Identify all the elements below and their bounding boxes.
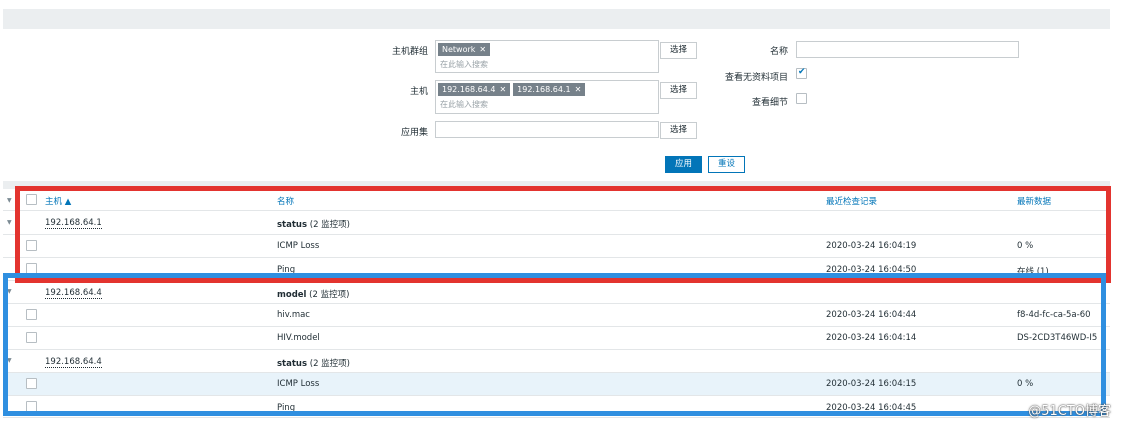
host-group-tag: Network ✕: [438, 43, 491, 56]
collapse-group-icon[interactable]: ▼: [7, 219, 12, 226]
show-without-data-label: 查看无资料项目: [724, 73, 788, 83]
host-groups-search-placeholder[interactable]: 在此输入搜索: [440, 59, 488, 70]
application-select-button[interactable]: 选择: [660, 122, 697, 139]
watermark-text: @51CTO博客: [1028, 404, 1111, 419]
hosts-select-button[interactable]: 选择: [660, 82, 697, 99]
show-details-checkbox[interactable]: [796, 93, 807, 104]
name-input[interactable]: [796, 41, 1019, 58]
show-without-data-checkbox[interactable]: [796, 67, 807, 79]
host-groups-multiselect[interactable]: Network ✕ 在此输入搜索: [435, 40, 659, 73]
application-label: 应用集: [400, 128, 428, 138]
red-highlight-box: [15, 186, 1111, 283]
hosts-multiselect[interactable]: 192.168.64.4 ✕ 192.168.64.1 ✕ 在此输入搜索: [435, 80, 659, 114]
reset-button[interactable]: 重设: [708, 156, 745, 173]
name-label: 名称: [769, 47, 788, 57]
application-input[interactable]: [435, 121, 659, 138]
host-tag: 192.168.64.4 ✕: [438, 83, 511, 96]
hosts-search-placeholder[interactable]: 在此输入搜索: [440, 99, 488, 110]
collapse-all-icon[interactable]: ▼: [7, 197, 12, 204]
remove-tag-icon[interactable]: ✕: [479, 45, 486, 54]
apply-button[interactable]: 应用: [665, 156, 702, 173]
show-details-label: 查看细节: [751, 98, 788, 108]
blue-highlight-box: [3, 273, 1106, 416]
host-tag: 192.168.64.1 ✕: [513, 83, 586, 96]
top-bar: [3, 9, 1110, 29]
host-groups-select-button[interactable]: 选择: [660, 42, 697, 59]
remove-tag-icon[interactable]: ✕: [575, 85, 582, 94]
hosts-label: 主机: [409, 87, 428, 97]
remove-tag-icon[interactable]: ✕: [499, 85, 506, 94]
host-groups-label: 主机群组: [391, 47, 428, 57]
